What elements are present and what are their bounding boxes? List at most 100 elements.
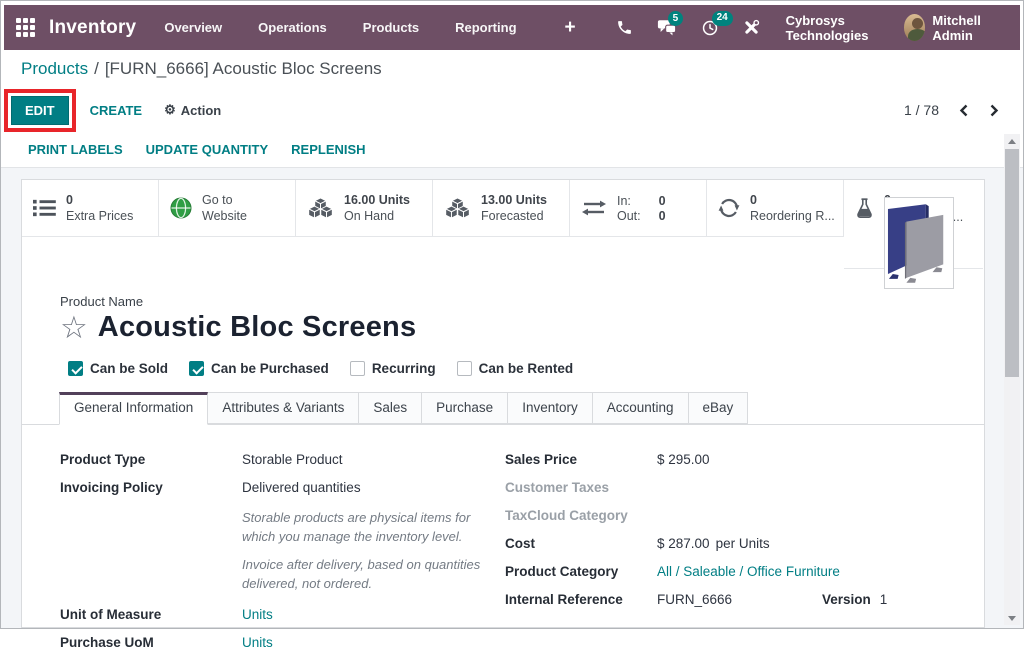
version-value: 1 <box>880 592 888 607</box>
purchase-uom-row: Purchase UoM Units <box>60 630 505 658</box>
list-icon <box>33 198 56 218</box>
internal-reference-value: FURN_6666 <box>657 592 822 607</box>
update-quantity-button[interactable]: UPDATE QUANTITY <box>146 142 269 157</box>
pager: 1 / 78 <box>904 102 999 118</box>
edit-button[interactable]: EDIT <box>11 96 69 125</box>
can-be-purchased-checkbox[interactable]: Can be Purchased <box>189 361 329 376</box>
tab-accounting[interactable]: Accounting <box>593 392 689 424</box>
go-to-website-button[interactable]: Go toWebsite <box>159 180 296 237</box>
unit-of-measure-row: Unit of Measure Units <box>60 602 505 630</box>
tab-ebay[interactable]: eBay <box>689 392 749 424</box>
breadcrumb-products-link[interactable]: Products <box>21 59 88 79</box>
product-type-value: Storable Product <box>242 452 343 467</box>
messages-icon[interactable]: 5 <box>657 19 677 36</box>
scroll-up-icon[interactable] <box>1004 134 1020 148</box>
menu-reporting[interactable]: Reporting <box>455 12 516 43</box>
action-button[interactable]: ⚙ Action <box>164 102 221 118</box>
purchase-uom-value[interactable]: Units <box>242 635 273 650</box>
control-panel: EDIT CREATE ⚙ Action 1 / 78 <box>1 88 1023 132</box>
field-help-text: Storable products are physical items for… <box>242 503 484 593</box>
tab-inventory[interactable]: Inventory <box>508 392 593 424</box>
scrollbar-thumb[interactable] <box>1005 149 1019 377</box>
refresh-icon <box>718 197 740 219</box>
top-navbar: Inventory Overview Operations Products R… <box>4 5 1020 50</box>
main-menu: Overview Operations Products Reporting <box>164 12 552 43</box>
checkbox-icon <box>350 361 365 376</box>
in-out-button[interactable]: In:0 Out:0 <box>570 180 707 237</box>
cost-value: $ 287.00 <box>657 536 710 551</box>
version-label: Version <box>822 592 871 607</box>
breadcrumb: Products / [FURN_6666] Acoustic Bloc Scr… <box>1 50 1023 88</box>
tab-sales[interactable]: Sales <box>359 392 422 424</box>
customer-taxes-row: Customer Taxes <box>505 475 946 503</box>
sales-price-row: Sales Price $ 295.00 <box>505 447 946 475</box>
internal-reference-row: Internal Reference FURN_6666 Version 1 <box>505 587 946 615</box>
product-image <box>884 197 954 289</box>
status-button-row: PRINT LABELS UPDATE QUANTITY REPLENISH <box>1 132 1023 168</box>
create-button[interactable]: CREATE <box>90 103 142 118</box>
product-category-value[interactable]: All / Saleable / Office Furniture <box>657 564 840 579</box>
phone-icon[interactable] <box>616 19 633 36</box>
product-type-row: Product Type Storable Product <box>60 447 505 475</box>
cubes-icon <box>307 197 334 220</box>
user-avatar[interactable] <box>904 14 926 41</box>
product-category-row: Product Category All / Saleable / Office… <box>505 559 946 587</box>
favorite-star-icon[interactable]: ☆ <box>60 312 88 343</box>
breadcrumb-separator: / <box>94 59 99 79</box>
breadcrumb-current: [FURN_6666] Acoustic Bloc Screens <box>105 59 382 79</box>
product-title: Acoustic Bloc Screens <box>98 311 417 344</box>
app-name[interactable]: Inventory <box>49 17 136 39</box>
smart-button-box: 0Extra Prices Go toWebsite 16.00 UnitsOn… <box>22 180 984 269</box>
on-hand-button[interactable]: 16.00 UnitsOn Hand <box>296 180 433 237</box>
tools-icon[interactable] <box>743 19 760 36</box>
checkbox-icon <box>457 361 472 376</box>
plus-icon[interactable]: + <box>565 17 576 39</box>
company-switcher[interactable]: Cybrosys Technologies <box>786 13 904 43</box>
replenish-button[interactable]: REPLENISH <box>291 142 365 157</box>
pager-previous-icon[interactable] <box>959 104 969 117</box>
notebook-tabs: General Information Attributes & Variant… <box>22 392 984 425</box>
general-information-panel: Product Type Storable Product Invoicing … <box>22 425 984 658</box>
form-view-area: 0Extra Prices Go toWebsite 16.00 UnitsOn… <box>1 168 1023 628</box>
annotation-highlight-box: EDIT <box>4 89 76 132</box>
sales-price-value: $ 295.00 <box>657 452 710 467</box>
vertical-scrollbar <box>1004 134 1020 625</box>
can-be-sold-checkbox[interactable]: Can be Sold <box>68 361 168 376</box>
menu-overview[interactable]: Overview <box>164 12 222 43</box>
can-be-rented-checkbox[interactable]: Can be Rented <box>457 361 574 376</box>
product-name-label: Product Name <box>60 294 984 309</box>
product-flags: Can be Sold Can be Purchased Recurring C… <box>68 361 984 376</box>
tab-general-information[interactable]: General Information <box>59 392 208 425</box>
reordering-rules-button[interactable]: 0Reordering R... <box>707 180 844 237</box>
apps-grid-icon[interactable] <box>16 18 35 38</box>
gear-icon: ⚙ <box>164 102 176 118</box>
forecasted-button[interactable]: 13.00 UnitsForecasted <box>433 180 570 237</box>
globe-icon <box>170 197 192 219</box>
scroll-down-icon[interactable] <box>1004 611 1020 625</box>
transfer-arrows-icon <box>581 198 607 218</box>
activities-clock-icon[interactable]: 24 <box>701 19 719 37</box>
checkbox-icon <box>68 361 83 376</box>
invoicing-policy-value: Delivered quantities <box>242 480 361 495</box>
extra-prices-button[interactable]: 0Extra Prices <box>22 180 159 237</box>
unit-of-measure-value[interactable]: Units <box>242 607 273 622</box>
taxcloud-category-row: TaxCloud Category <box>505 503 946 531</box>
pager-next-icon[interactable] <box>989 104 999 117</box>
flask-icon <box>855 198 874 219</box>
cubes-icon <box>444 197 471 220</box>
messages-badge: 5 <box>668 11 684 26</box>
cost-row: Cost $ 287.00 per Units <box>505 531 946 559</box>
pager-value: 1 / 78 <box>904 102 939 118</box>
activities-badge: 24 <box>712 11 733 26</box>
product-form-card: 0Extra Prices Go toWebsite 16.00 UnitsOn… <box>21 179 985 628</box>
menu-products[interactable]: Products <box>363 12 419 43</box>
user-name: Mitchell Admin <box>932 13 1006 43</box>
tab-attributes-variants[interactable]: Attributes & Variants <box>208 392 359 424</box>
user-menu[interactable]: Mitchell Admin <box>904 13 1006 43</box>
tab-purchase[interactable]: Purchase <box>422 392 508 424</box>
print-labels-button[interactable]: PRINT LABELS <box>28 142 123 157</box>
menu-operations[interactable]: Operations <box>258 12 327 43</box>
recurring-checkbox[interactable]: Recurring <box>350 361 436 376</box>
product-header: Product Name ☆ Acoustic Bloc Screens Can… <box>22 269 984 376</box>
checkbox-icon <box>189 361 204 376</box>
